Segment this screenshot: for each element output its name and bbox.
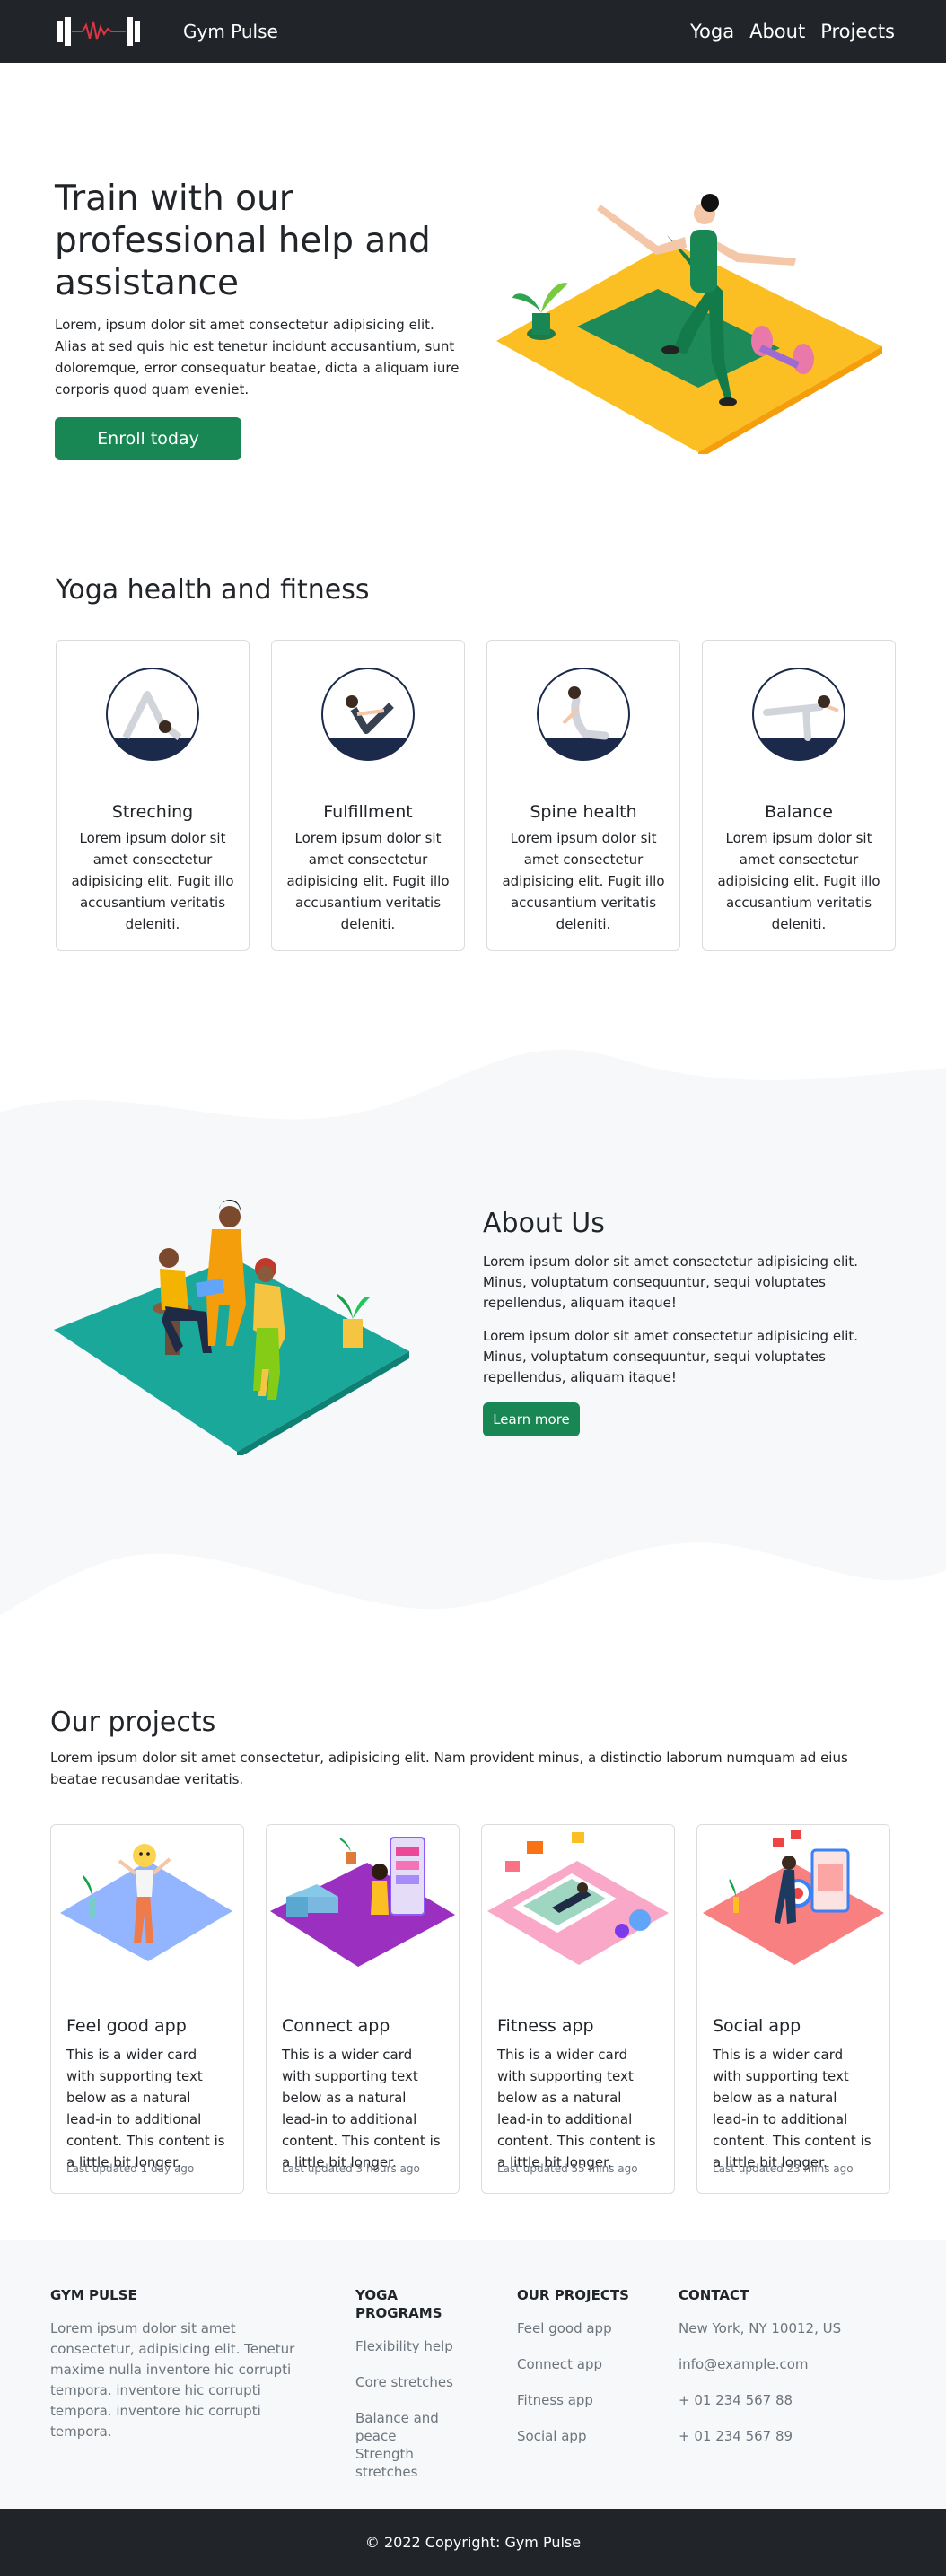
footer-link[interactable]: Core stretches [355,2373,463,2409]
hero-text: Train with our professional help and ass… [55,178,468,460]
yoga-section-title: Yoga health and fitness [56,574,370,606]
project-card-text: This is a wider card with supporting tex… [497,2047,656,2170]
contact-phone[interactable]: + 01 234 567 88 [679,2391,841,2427]
projects-title: Our projects [50,1707,216,1738]
footer-about-column: GYM PULSE Lorem ipsum dolor sit amet con… [50,2286,314,2442]
fitness-app-illustration [487,1832,669,1965]
dumbbell-pulse-logo-icon [57,17,140,46]
project-card-title: Connect app [282,2016,390,2036]
feel-good-app-illustration [60,1844,232,1961]
project-card: Fitness app This is a wider card with su… [481,1824,675,2194]
nav-link-projects[interactable]: Projects [820,21,895,42]
contact-email[interactable]: info@example.com [679,2355,841,2391]
project-card-text: This is a wider card with supporting tex… [66,2047,225,2170]
project-card-body: Feel good app This is a wider card with … [51,2016,243,2173]
footer-link[interactable]: Fitness app [517,2391,629,2427]
footer-link[interactable]: Connect app [517,2355,629,2391]
yoga-card-title: Streching [111,802,194,822]
yoga-woman-illustration [496,194,882,454]
yoga-card-text: Lorem ipsum dolor sit amet consectetur a… [717,830,880,932]
nav-link-about[interactable]: About [749,21,805,42]
footer-link[interactable]: Strength stretches [355,2445,463,2481]
boat-pose-icon [321,668,415,761]
yoga-card: Streching Lorem ipsum dolor sit amet con… [56,640,250,951]
stretching-pose-icon [106,668,199,761]
footer-link[interactable]: Flexibility help [355,2337,463,2373]
contact-phone[interactable]: + 01 234 567 89 [679,2427,841,2463]
yoga-card-text: Lorem ipsum dolor sit amet consectetur a… [286,830,450,932]
footer-link[interactable]: Balance and peace [355,2409,463,2445]
footer-heading: CONTACT [679,2287,749,2303]
yoga-card: Fulfillment Lorem ipsum dolor sit amet c… [271,640,465,951]
yoga-card-title: Fulfillment [323,802,413,822]
project-card: Feel good app This is a wider card with … [50,1824,244,2194]
footer-projects-list: Feel good app Connect app Fitness app So… [517,2319,629,2463]
yoga-cards: Streching Lorem ipsum dolor sit amet con… [56,640,896,951]
project-card: Social app This is a wider card with sup… [696,1824,890,2194]
social-app-illustration [703,1830,884,1965]
nav-link-yoga[interactable]: Yoga [690,21,734,42]
yoga-card-title: Spine health [530,802,637,822]
footer-contact-column: CONTACT New York, NY 10012, US info@exam… [679,2286,841,2463]
about-paragraph: Lorem ipsum dolor sit amet consectetur a… [483,1253,859,1311]
footer-link[interactable]: Feel good app [517,2319,629,2355]
project-card-title: Social app [713,2016,801,2036]
project-card-updated: Last updated 3 hours ago [282,2162,420,2175]
navbar: Gym Pulse Yoga About Projects [0,0,946,63]
nav-links: Yoga About Projects [690,21,895,42]
brand-name: Gym Pulse [183,21,278,42]
project-card-updated: Last updated 1 day ago [66,2162,195,2175]
footer-about-text: Lorem ipsum dolor sit amet consectetur, … [50,2320,295,2440]
footer-contact-list: New York, NY 10012, US info@example.com … [679,2319,841,2463]
copyright-bar: © 2022 Copyright: Gym Pulse [0,2509,946,2576]
project-card-body: Social app This is a wider card with sup… [697,2016,889,2173]
project-card-body: Connect app This is a wider card with su… [267,2016,459,2173]
contact-address: New York, NY 10012, US [679,2320,842,2336]
project-card-title: Fitness app [497,2016,594,2036]
about-paragraph: Lorem ipsum dolor sit amet consectetur a… [483,1328,859,1385]
footer-heading: YOGA PROGRAMS [355,2287,442,2321]
footer-programs-column: YOGA PROGRAMS Flexibility help Core stre… [355,2286,463,2481]
project-card-updated: Last updated 55 mins ago [497,2162,638,2175]
project-card-title: Feel good app [66,2016,187,2036]
hero-section: Train with our professional help and ass… [0,63,946,520]
footer: GYM PULSE Lorem ipsum dolor sit amet con… [0,2240,946,2509]
footer-heading: GYM PULSE [50,2287,137,2303]
project-card-text: This is a wider card with supporting tex… [713,2047,872,2170]
projects-description: Lorem ipsum dolor sit amet consectetur, … [50,1750,848,1787]
page: Gym Pulse Yoga About Projects Train with… [0,0,946,2576]
learn-more-button[interactable]: Learn more [483,1402,580,1436]
footer-heading: OUR PROJECTS [517,2287,629,2303]
yoga-card: Balance Lorem ipsum dolor sit amet conse… [702,640,896,951]
footer-projects-column: OUR PROJECTS Feel good app Connect app F… [517,2286,629,2463]
yoga-card-text: Lorem ipsum dolor sit amet consectetur a… [502,830,665,932]
yoga-card-text: Lorem ipsum dolor sit amet consectetur a… [71,830,234,932]
yoga-card: Spine health Lorem ipsum dolor sit amet … [486,640,680,951]
trainers-team-illustration [54,1199,409,1455]
enroll-button[interactable]: Enroll today [55,417,241,460]
hero-description: Lorem, ipsum dolor sit amet consectetur … [55,317,460,397]
spine-pose-icon [537,668,630,761]
footer-link[interactable]: Social app [517,2427,629,2463]
footer-programs-list: Flexibility help Core stretches Balance … [355,2337,463,2481]
about-text: About Us Lorem ipsum dolor sit amet cons… [483,1208,887,1436]
project-card-text: This is a wider card with supporting tex… [282,2047,441,2170]
about-title: About Us [483,1208,605,1239]
project-cards: Feel good app This is a wider card with … [50,1824,890,2194]
hero-title: Train with our professional help and ass… [55,179,431,303]
project-card: Connect app This is a wider card with su… [266,1824,460,2194]
connect-app-illustration [270,1837,455,1967]
project-card-body: Fitness app This is a wider card with su… [482,2016,674,2173]
copyright-text: © 2022 Copyright: Gym Pulse [364,2534,582,2551]
project-card-updated: Last updated 23 mins ago [713,2162,854,2175]
brand-link[interactable]: Gym Pulse [56,16,278,47]
balance-pose-icon [752,668,845,761]
yoga-card-title: Balance [765,802,833,822]
